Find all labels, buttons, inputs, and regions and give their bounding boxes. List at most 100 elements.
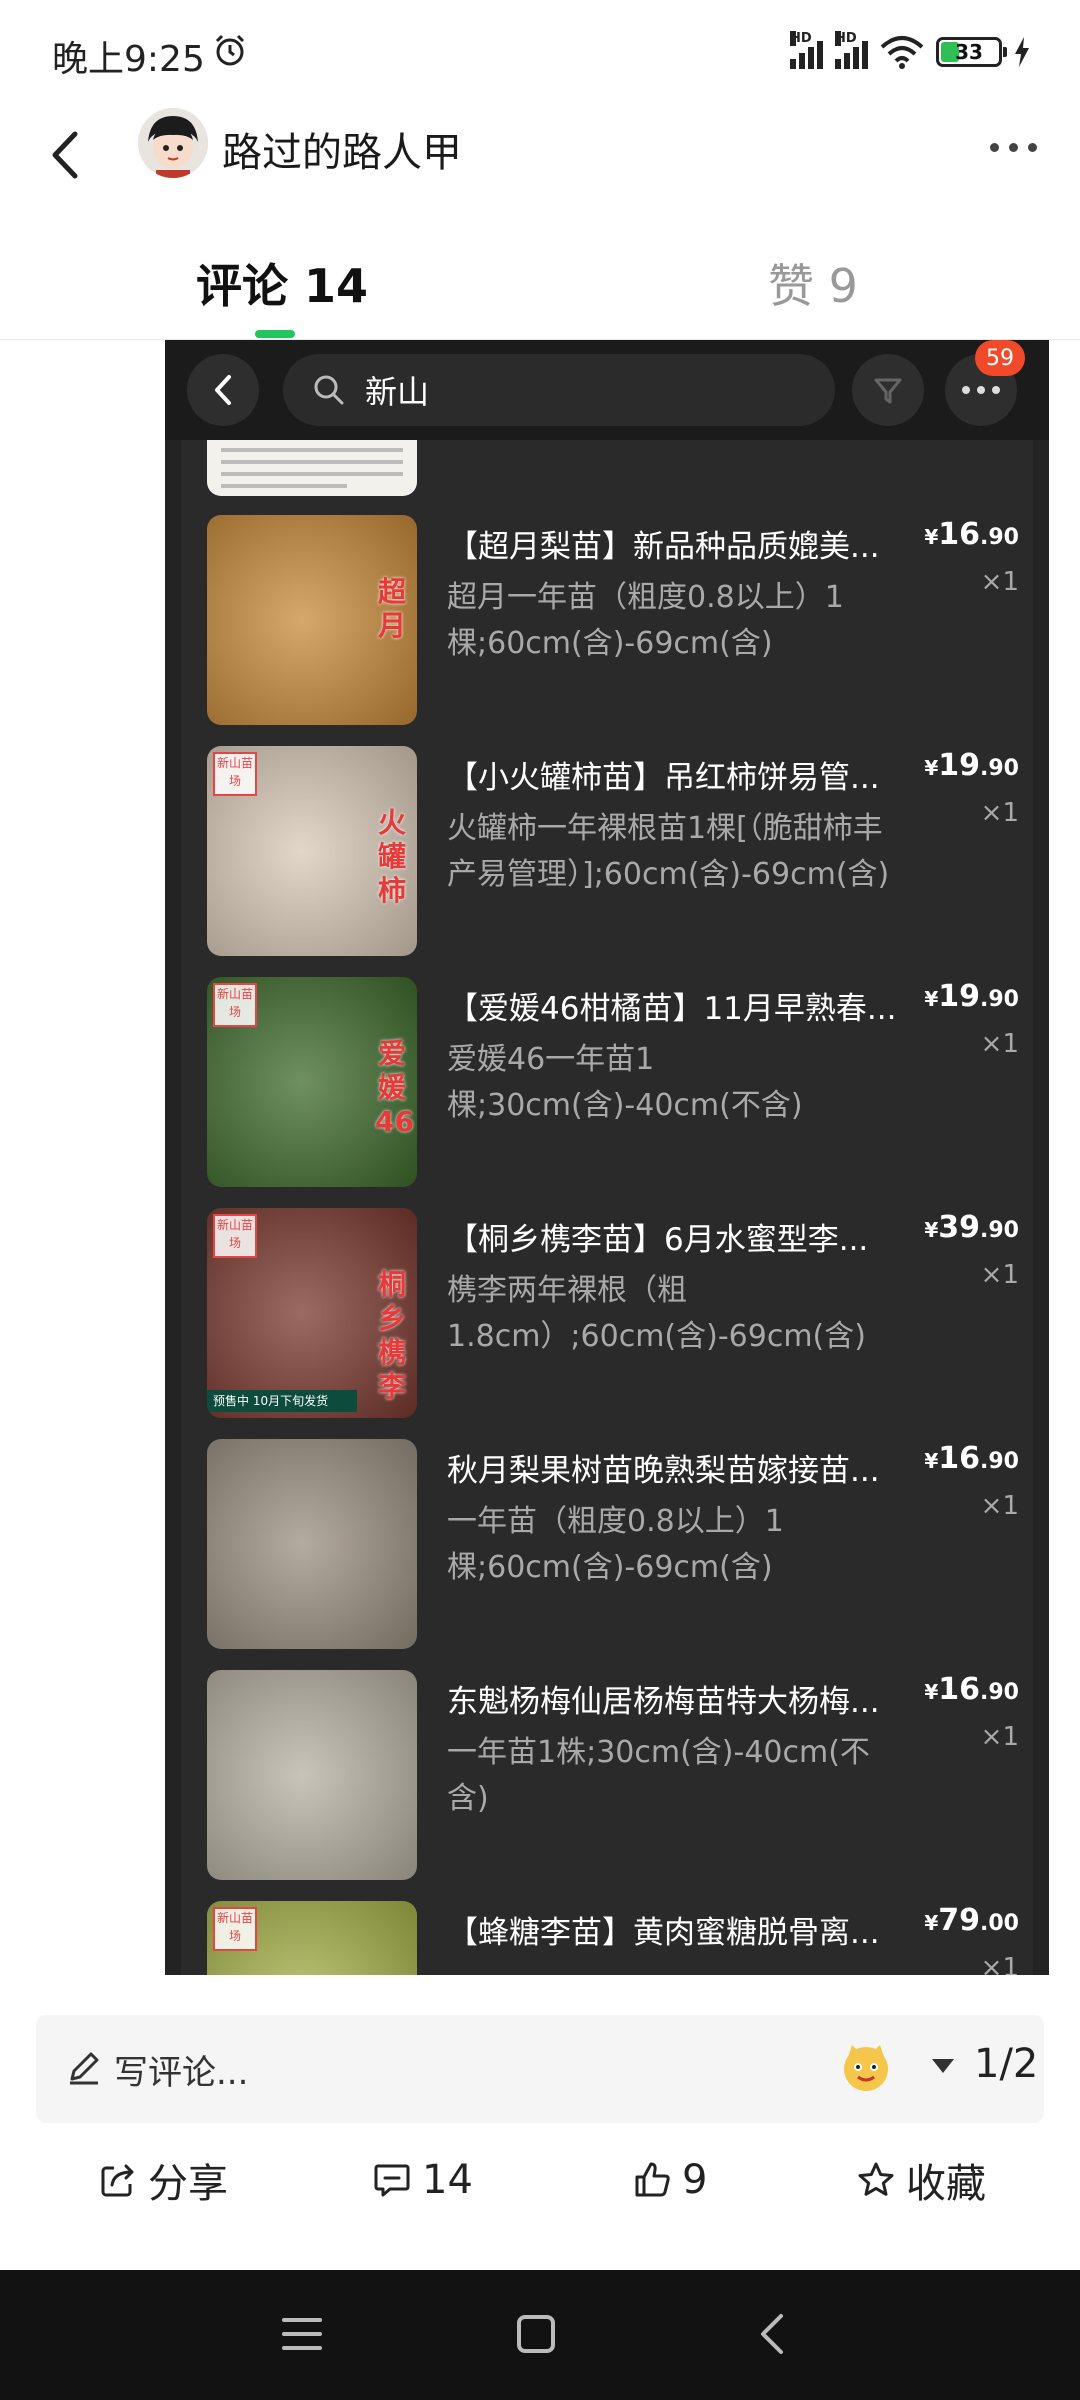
product-quantity: ×1: [980, 1491, 1019, 1521]
screenshot-topbar: 新山 59: [165, 340, 1049, 440]
thumbnail-brand-tag: 新山苗场: [213, 1907, 257, 1951]
comments-count: 14: [422, 2157, 473, 2203]
product-price: ¥79.00: [924, 1903, 1019, 1938]
tab-likes[interactable]: 赞 9: [768, 250, 858, 316]
price-decimal: .90: [980, 1680, 1019, 1705]
currency-symbol: ¥: [924, 1911, 939, 1935]
product-price: ¥16.90: [924, 1672, 1019, 1707]
active-tab-indicator: [255, 330, 295, 338]
thumbnail-label: 爱媛46: [375, 1037, 414, 1138]
comment-composer[interactable]: 写评论... 1/2: [36, 2015, 1044, 2123]
likes-count: 9: [682, 2157, 708, 2203]
dot: [1027, 142, 1037, 152]
product-spec: 超月一年苗（粗度0.8以上）1棵;60cm(含)-69cm(含): [447, 580, 844, 661]
favorite-label: 收藏: [906, 2161, 986, 2207]
image-page-indicator: 1/2: [974, 2041, 1039, 2087]
thumbnail-brand-tag: 新山苗场: [213, 1214, 257, 1258]
pen-icon: [70, 2052, 99, 2085]
comment-input[interactable]: 写评论...: [114, 2045, 248, 2094]
product-thumbnail: 超月: [207, 515, 417, 725]
comments-button[interactable]: 14: [372, 2152, 473, 2208]
product-thumbnail: [207, 1439, 417, 1649]
comment-icon: [374, 2164, 410, 2197]
filter-icon: [874, 378, 902, 404]
username[interactable]: 路过的路人甲: [222, 120, 462, 178]
status-icons: HD HD 33: [790, 30, 1030, 74]
product-quantity: ×1: [980, 1953, 1019, 1975]
avatar-image: [138, 108, 208, 178]
chevron-left-icon: [215, 375, 231, 405]
price-integer: 39: [938, 1210, 981, 1245]
favorite-button[interactable]: 收藏: [856, 2152, 986, 2208]
tab-comments[interactable]: 评论 14: [196, 250, 368, 316]
share-label: 分享: [148, 2161, 228, 2207]
price-integer: 19: [938, 979, 981, 1014]
back-triangle-icon: [761, 2314, 783, 2354]
order-item: 新山苗场 火罐柿 【小火罐柿苗】吊红柿饼易管... 火罐柿一年裸根苗1棵[（脆甜柿丰产…: [207, 746, 1027, 958]
product-quantity: ×1: [980, 567, 1019, 597]
product-title: 秋月梨果树苗晚熟梨苗嫁接苗...: [447, 1453, 880, 1489]
wifi-icon: [880, 36, 924, 69]
price-integer: 79: [938, 1903, 981, 1938]
product-spec: 火罐柿一年裸根苗1棵[（脆甜柿丰产易管理）];60cm(含)-69cm(含): [447, 811, 890, 892]
product-quantity: ×1: [980, 1029, 1019, 1059]
price-decimal: .90: [980, 1218, 1019, 1243]
product-title: 东魁杨梅仙居杨梅苗特大杨梅...: [447, 1684, 880, 1720]
star-icon: [858, 2162, 894, 2196]
dropdown-triangle-icon[interactable]: [932, 2059, 954, 2073]
product-thumbnail: 新山苗场 火罐柿: [207, 746, 417, 956]
currency-symbol: ¥: [924, 1449, 939, 1473]
top-header: 路过的路人甲: [0, 100, 1080, 210]
action-bar: 分享 14 9 收藏: [0, 2130, 1080, 2230]
emoji-icon[interactable]: [838, 2039, 894, 2095]
order-item: 新山苗场 桐乡槜李 预售中 10月下旬发货 【桐乡槜李苗】6月水蜜型李... 槜李两年裸…: [207, 1208, 1027, 1420]
status-time: 晚上9:25: [52, 39, 205, 80]
product-spec: 爱媛46一年苗1棵;30cm(含)-40cm(不含): [447, 1042, 803, 1123]
product-title: 【蜂糖李苗】黄肉蜜糖脱骨离...: [447, 1915, 880, 1951]
product-thumbnail: 新山苗场: [207, 1901, 417, 1975]
menu-nav-button[interactable]: [272, 2304, 332, 2364]
chevron-left-icon: [52, 131, 78, 179]
share-button[interactable]: 分享: [98, 2152, 228, 2208]
share-icon: [101, 2164, 134, 2197]
like-button[interactable]: 9: [632, 2152, 707, 2208]
product-price: ¥19.90: [924, 748, 1019, 783]
cellular-signal-icon-2: HD: [835, 31, 868, 69]
product-quantity: ×1: [980, 1722, 1019, 1752]
order-item: 东魁杨梅仙居杨梅苗特大杨梅... 一年苗1株;30cm(含)-40cm(不含) ¥1…: [207, 1670, 1027, 1882]
thumbs-up-icon: [635, 2162, 670, 2197]
dot: [962, 386, 970, 394]
more-options-button[interactable]: [978, 122, 1048, 172]
product-title: 【小火罐柿苗】吊红柿饼易管...: [447, 760, 880, 796]
thumbnail-label: 桐乡槜李: [377, 1268, 406, 1403]
avatar[interactable]: [138, 108, 208, 178]
product-price: ¥16.90: [924, 1441, 1019, 1476]
notification-badge: 59: [975, 340, 1025, 376]
partial-product-image: [207, 440, 417, 496]
product-title: 【桐乡槜李苗】6月水蜜型李...: [447, 1222, 869, 1258]
cellular-signal-icon: HD: [790, 31, 823, 69]
screenshot-search-bar: 新山: [283, 354, 835, 426]
price-integer: 19: [938, 748, 981, 783]
thumbnail-label: 超月: [377, 575, 406, 642]
alarm-clock-icon: [215, 34, 245, 66]
product-title: 【爱媛46柑橘苗】11月早熟春...: [447, 991, 897, 1027]
product-price: ¥16.90: [924, 517, 1019, 552]
system-navigation-bar: [0, 2270, 1080, 2400]
currency-symbol: ¥: [924, 756, 939, 780]
product-thumbnail: [207, 1670, 417, 1880]
product-quantity: ×1: [980, 1260, 1019, 1290]
currency-symbol: ¥: [924, 525, 939, 549]
price-integer: 16: [938, 517, 981, 552]
order-item: 新山苗场 爱媛46 【爱媛46柑橘苗】11月早熟春... 爱媛46一年苗1棵;30cm…: [207, 977, 1027, 1189]
back-nav-button[interactable]: [742, 2304, 802, 2364]
menu-icon: [282, 2318, 322, 2350]
back-button[interactable]: [30, 120, 100, 190]
product-thumbnail: 新山苗场 爱媛46: [207, 977, 417, 1187]
dot: [977, 386, 985, 394]
product-thumbnail: 新山苗场 桐乡槜李 预售中 10月下旬发货: [207, 1208, 417, 1418]
home-nav-button[interactable]: [506, 2304, 566, 2364]
shared-screenshot[interactable]: 新山 59 超月 【超月梨苗】新品种品质媲美... 超月一年苗（粗度0.8以上）1棵…: [165, 340, 1049, 1975]
screenshot-filter-button: [852, 354, 924, 426]
order-item: 超月 【超月梨苗】新品种品质媲美... 超月一年苗（粗度0.8以上）1棵;60cm(…: [207, 515, 1027, 727]
